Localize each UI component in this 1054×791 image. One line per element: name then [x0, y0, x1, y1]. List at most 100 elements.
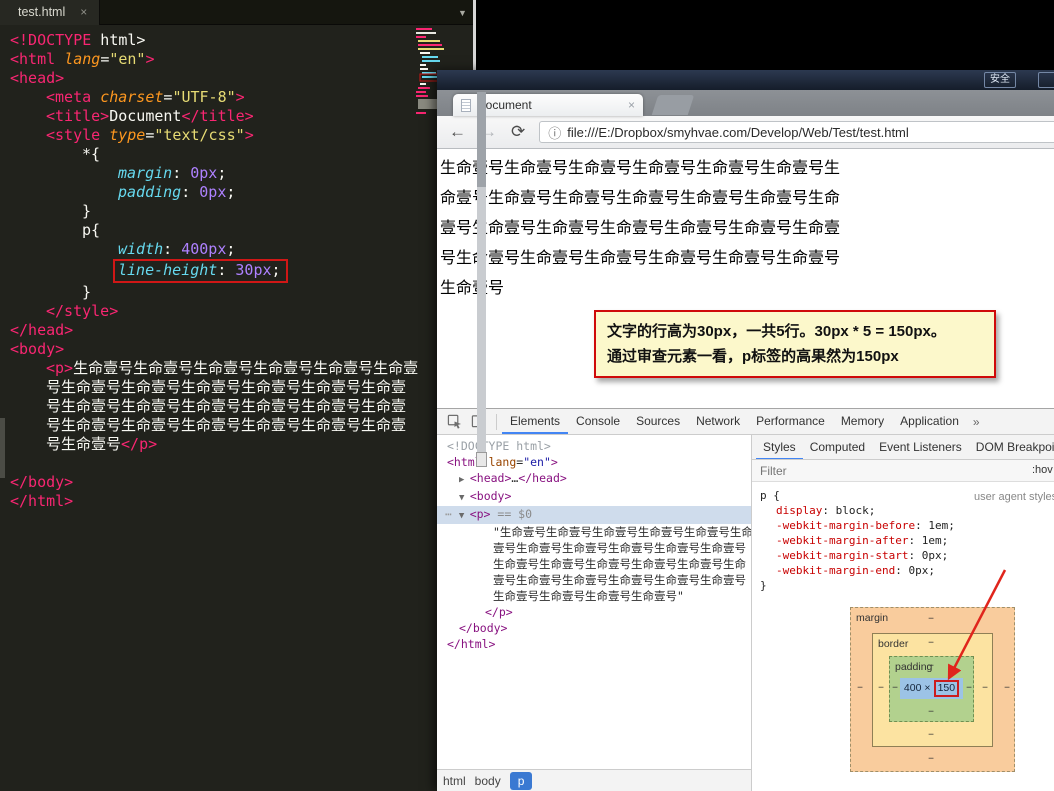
code-line: margin: 0px;	[0, 164, 476, 183]
css-property-name: -webkit-margin-after	[776, 534, 908, 547]
dom-tree-row[interactable]: </p>	[437, 604, 751, 620]
styles-filter-bar: :hov	[752, 460, 1054, 482]
height-value-highlight: 150	[934, 680, 960, 697]
back-button[interactable]: ←	[449, 122, 466, 142]
toolbar-separator	[496, 414, 497, 430]
dom-tree-row[interactable]: 生命壹号生命壹号生命壹号生命壹号"	[437, 588, 751, 604]
devtools-tabs: ElementsConsoleSourcesNetworkPerformance…	[502, 409, 967, 434]
css-property[interactable]: -webkit-margin-before: 1em;	[760, 518, 1054, 533]
css-property[interactable]: -webkit-margin-end: 0px;	[760, 563, 1054, 578]
breadcrumb-item-html[interactable]: html	[443, 774, 466, 788]
code-line: line-height: 30px;	[0, 259, 476, 283]
editor-scrollbar-button[interactable]	[476, 452, 487, 467]
css-property-name: display	[776, 504, 822, 517]
devtools-body: <!DOCTYPE html><html lang="en">▶ <head>……	[437, 435, 1054, 791]
security-button[interactable]: 安全	[984, 72, 1016, 88]
devtools-tab-console[interactable]: Console	[568, 409, 628, 434]
editor-tab-close-icon[interactable]: ×	[80, 0, 87, 25]
stylesheet-origin[interactable]: user agent stylesheet	[974, 490, 1054, 505]
editor-window-edge	[473, 0, 476, 71]
devtools-panel: ElementsConsoleSourcesNetworkPerformance…	[437, 408, 1054, 791]
new-tab-button[interactable]	[652, 95, 694, 115]
dom-tree-row[interactable]: 壹号生命壹号生命壹号生命壹号生命壹号生命壹号	[437, 540, 751, 556]
dom-tree-row[interactable]: ▶ <head>…</head>	[437, 470, 751, 488]
editor-code[interactable]: <!DOCTYPE html><html lang="en"><head><me…	[0, 25, 476, 511]
open-brace: {	[773, 489, 780, 502]
box-model-value-dash: −	[966, 681, 972, 696]
css-properties: display: block;-webkit-margin-before: 1e…	[760, 503, 1054, 578]
window-control-button[interactable]	[1038, 72, 1054, 88]
tab-close-icon[interactable]: ×	[628, 98, 635, 112]
browser-tab-title: Document	[477, 98, 628, 112]
code-line: <!DOCTYPE html>	[0, 31, 476, 50]
url-text: file:///E:/Dropbox/smyhvae.com/Develop/W…	[567, 125, 909, 140]
margin-label: margin	[856, 611, 888, 626]
css-property-value: 1em	[928, 519, 948, 532]
tab-list-dropdown-icon[interactable]: ▼	[458, 8, 467, 18]
editor-gutter-marker	[0, 418, 5, 478]
browser-window: 安全 Document × ← → ⟳ ⓘ file:///E:/Dropbox…	[437, 70, 1054, 791]
css-property-value: block	[836, 504, 869, 517]
browser-titlebar: 安全	[437, 70, 1054, 90]
breadcrumb-item-p[interactable]: p	[510, 772, 533, 790]
pseudo-state-toggle[interactable]: :hov	[1032, 460, 1053, 481]
times-symbol: ×	[924, 681, 930, 696]
css-selector[interactable]: p	[760, 489, 767, 502]
editor-tab[interactable]: test.html ×	[0, 0, 100, 25]
box-model-value-dash: −	[928, 659, 934, 674]
dom-tree-row[interactable]: </body>	[437, 620, 751, 636]
css-rule-close: }	[760, 578, 1054, 593]
box-model[interactable]: margin border padding 400 × 150	[850, 607, 1015, 772]
border-label: border	[878, 637, 908, 652]
css-property[interactable]: -webkit-margin-start: 0px;	[760, 548, 1054, 563]
code-line: <head>	[0, 69, 476, 88]
code-line: <html lang="en">	[0, 50, 476, 69]
code-line: p{	[0, 221, 476, 240]
devtools-tab-memory[interactable]: Memory	[833, 409, 892, 434]
devtools-tab-elements[interactable]: Elements	[502, 409, 568, 434]
sidebar-tab-computed[interactable]: Computed	[803, 435, 872, 460]
page-info-icon[interactable]: ⓘ	[548, 123, 561, 142]
dom-tree-row[interactable]: </html>	[437, 636, 751, 652]
address-bar[interactable]: ⓘ file:///E:/Dropbox/smyhvae.com/Develop…	[539, 121, 1054, 143]
styles-sidebar-tabs: StylesComputedEvent ListenersDOM Breakpo…	[752, 435, 1054, 460]
editor-scrollbar[interactable]	[477, 92, 486, 460]
css-property[interactable]: -webkit-margin-after: 1em;	[760, 533, 1054, 548]
code-line: <meta charset="UTF-8">	[0, 88, 476, 107]
overflow-tabs-icon[interactable]: »	[967, 415, 986, 429]
css-property[interactable]: display: block;	[760, 503, 1054, 518]
inspect-element-icon[interactable]	[443, 412, 465, 432]
sidebar-tab-event-listeners[interactable]: Event Listeners	[872, 435, 969, 460]
devtools-tab-application[interactable]: Application	[892, 409, 967, 434]
box-model-value-dash: −	[857, 681, 863, 696]
box-model-value-dash: −	[878, 681, 884, 696]
devtools-tab-network[interactable]: Network	[688, 409, 748, 434]
filter-input[interactable]	[752, 464, 932, 478]
breadcrumb-item-body[interactable]: body	[475, 774, 501, 788]
dom-tree-row[interactable]: 生命壹号生命壹号生命壹号生命壹号生命壹号生命	[437, 556, 751, 572]
sidebar-tab-dom-breakpoints[interactable]: DOM Breakpoints	[969, 435, 1054, 460]
annotation-note-line2: 通过审查元素一看，p标签的高果然为150px	[607, 344, 983, 369]
sidebar-tab-styles[interactable]: Styles	[756, 435, 803, 460]
dom-tree-row[interactable]: ▼ <body>	[437, 488, 751, 506]
browser-tabstrip: Document ×	[437, 90, 1054, 116]
code-line: <body>	[0, 340, 476, 359]
code-line: 号生命壹号生命壹号生命壹号生命壹号生命壹号生命壹	[0, 416, 476, 435]
dom-tree-row[interactable]: 壹号生命壹号生命壹号生命壹号生命壹号生命壹号	[437, 572, 751, 588]
content-width-value: 400	[904, 681, 922, 696]
box-model-value-dash: −	[928, 728, 934, 743]
editor-scrollbar-thumb[interactable]	[477, 92, 486, 187]
dom-tree-row[interactable]: ⋯ ▼ <p> == $0	[437, 506, 751, 524]
box-model-value-dash: −	[982, 681, 988, 696]
styles-pane: p { user agent stylesheet display: block…	[752, 482, 1054, 791]
css-property-value: 0px	[908, 564, 928, 577]
devtools-tab-performance[interactable]: Performance	[748, 409, 833, 434]
paragraph-line: 壹号生命壹号生命壹号生命壹号生命壹号生命壹号生命壹	[440, 214, 1054, 244]
devtools-tab-sources[interactable]: Sources	[628, 409, 688, 434]
dom-tree-row[interactable]: "生命壹号生命壹号生命壹号生命壹号生命壹号生命	[437, 524, 751, 540]
reload-button[interactable]: ⟳	[511, 122, 525, 142]
code-line: <style type="text/css">	[0, 126, 476, 145]
box-model-content[interactable]: 400 × 150	[900, 678, 963, 699]
paragraph-line: 生命壹号生命壹号生命壹号生命壹号生命壹号生命壹号生	[440, 154, 1054, 184]
dom-tree[interactable]: <!DOCTYPE html><html lang="en">▶ <head>……	[437, 435, 751, 769]
